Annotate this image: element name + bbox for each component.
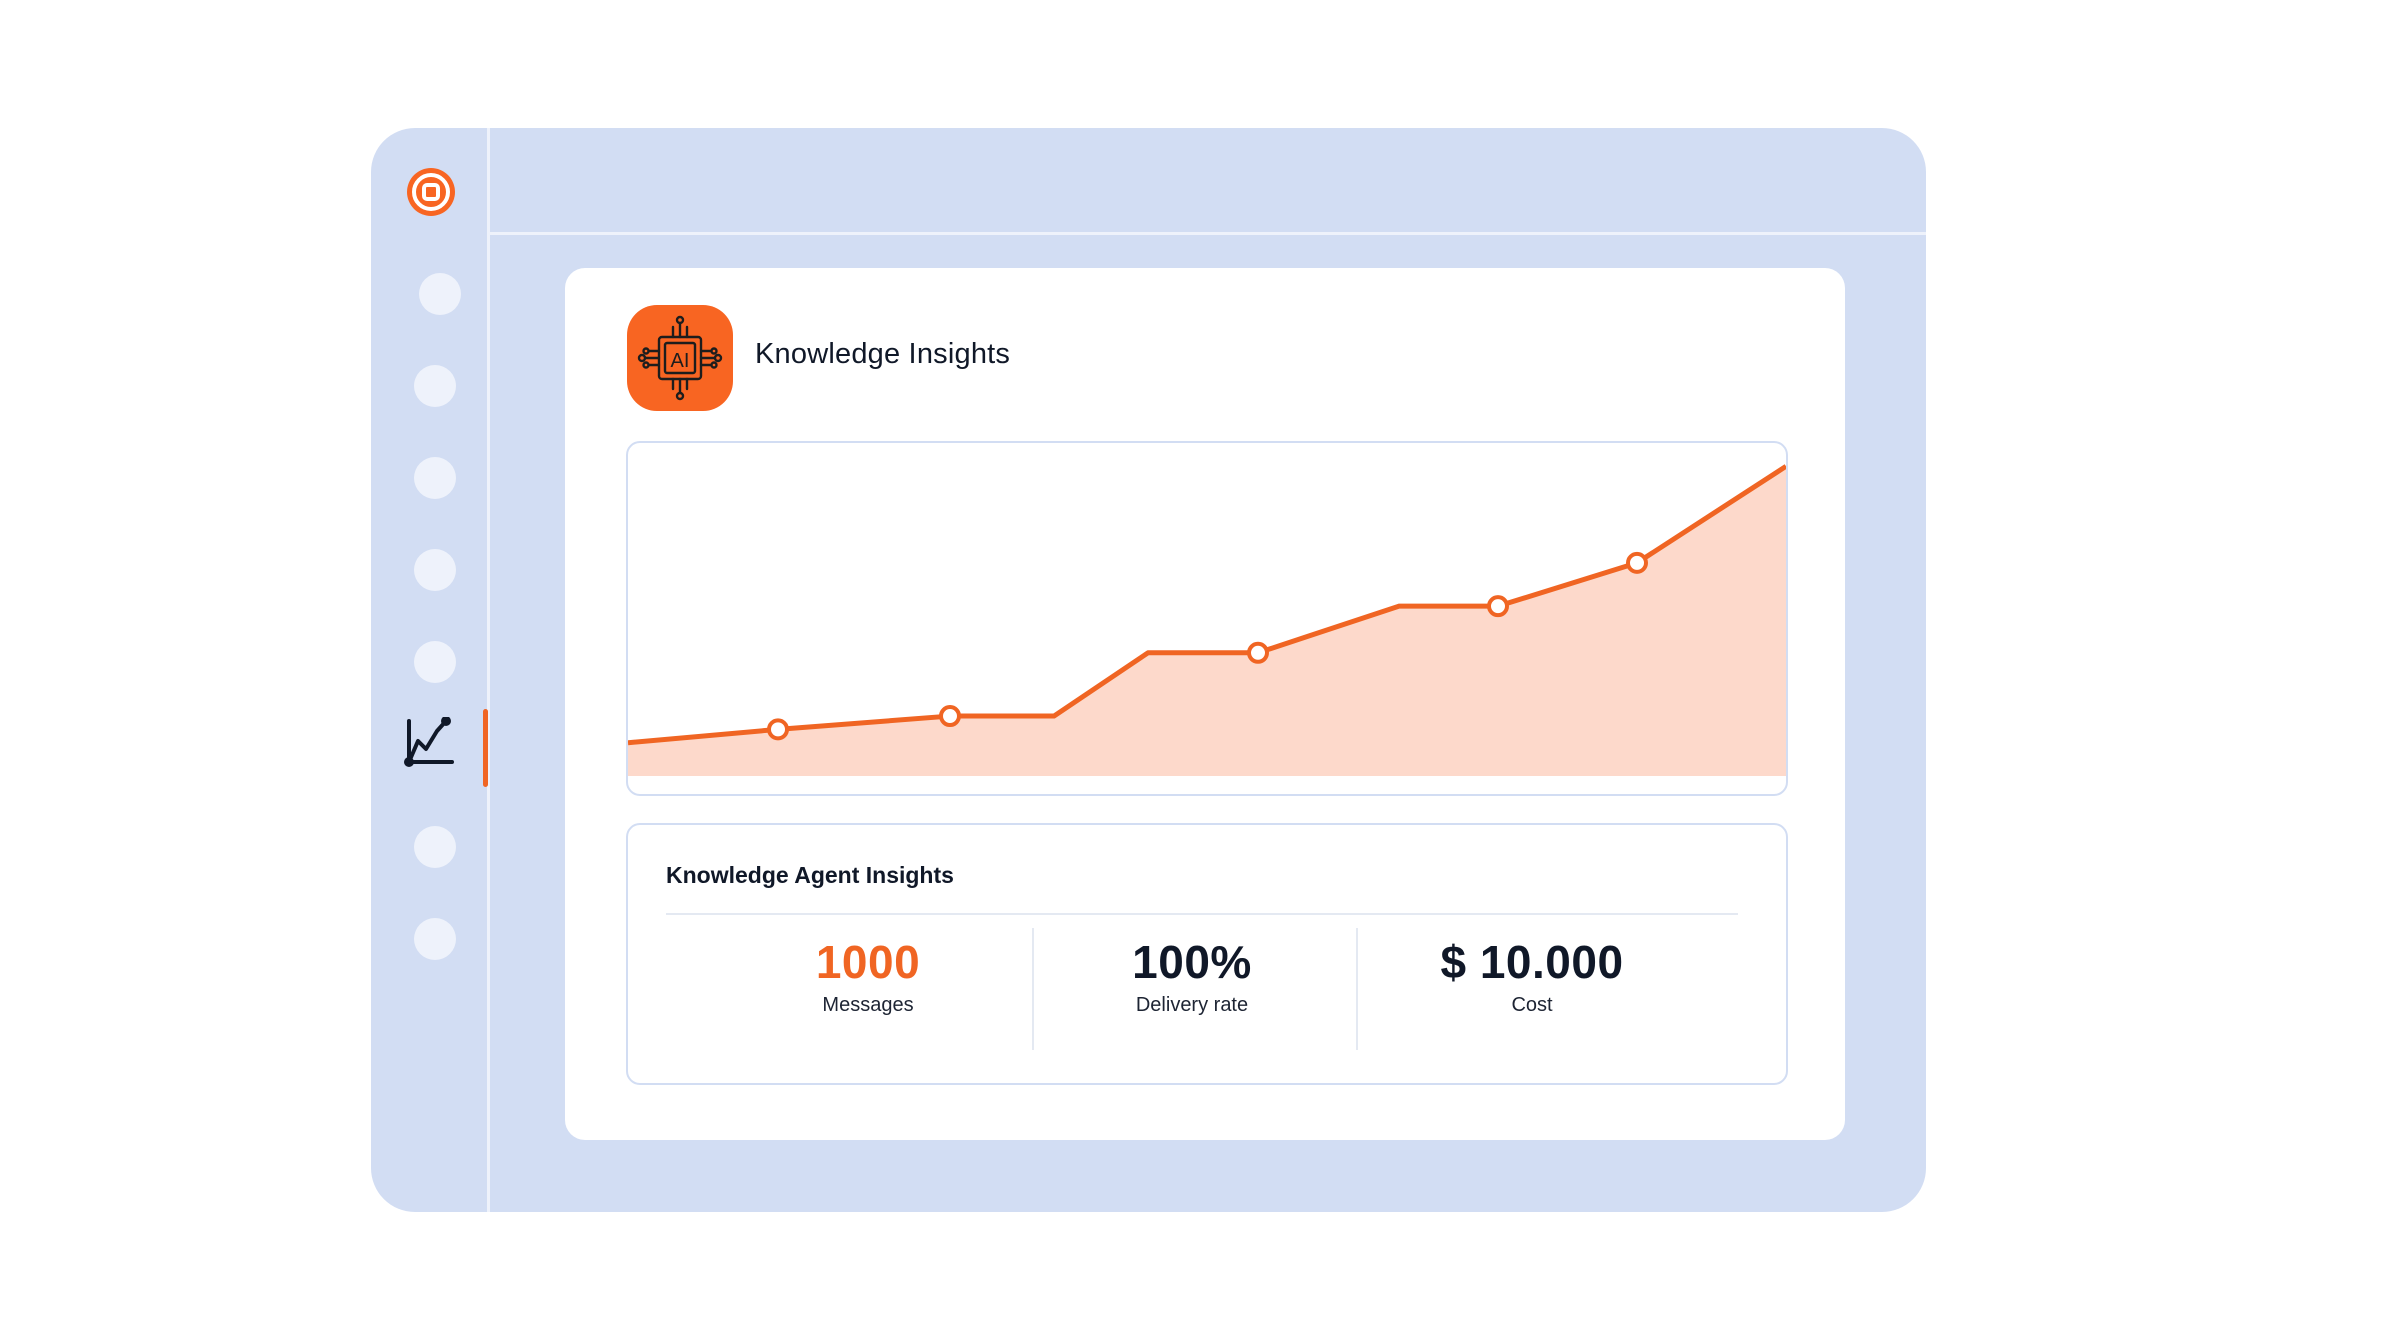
stat-divider: [1032, 928, 1034, 1050]
stat-value-delivery-rate: 100%: [1132, 936, 1252, 988]
sidebar-item-8[interactable]: [414, 918, 456, 960]
chart-data-point[interactable]: [1247, 641, 1269, 664]
stat-value-messages: 1000: [815, 936, 921, 988]
agent-insights-panel: Knowledge Agent Insights 1000 Messages 1…: [626, 823, 1788, 1085]
insights-card: AI Knowledge Insights Knowledge Agent In…: [565, 268, 1845, 1140]
insights-divider: [666, 913, 1738, 915]
stat-value-cost: $ 10.000: [1440, 936, 1624, 988]
card-title: Knowledge Insights: [755, 338, 1011, 370]
area-chart: [626, 441, 1788, 796]
chart-data-point[interactable]: [939, 705, 961, 728]
stat-label-messages: Messages: [822, 994, 914, 1017]
chart-data-point[interactable]: [767, 718, 789, 741]
ai-chip-icon: AI: [627, 305, 733, 411]
chart-canvas: [628, 464, 1786, 776]
ai-chip-label: AI: [671, 350, 690, 372]
stat-delivery-rate: 100% Delivery rate: [1052, 935, 1332, 1017]
stat-cost: $ 10.000 Cost: [1392, 935, 1672, 1017]
sidebar-item-2[interactable]: [414, 365, 456, 407]
insights-title: Knowledge Agent Insights: [666, 862, 954, 888]
sidebar-item-5[interactable]: [414, 641, 456, 683]
sidebar-item-3[interactable]: [414, 457, 456, 499]
chart-data-point[interactable]: [1487, 595, 1509, 618]
stat-label-cost: Cost: [1511, 994, 1553, 1017]
sidebar-item-1[interactable]: [419, 273, 461, 315]
sidebar-item-7[interactable]: [414, 826, 456, 868]
logo-icon[interactable]: [405, 166, 457, 218]
topbar-divider: [490, 232, 1926, 235]
active-nav-indicator: [483, 709, 488, 787]
analytics-chart-icon[interactable]: [404, 717, 456, 769]
sidebar-item-4[interactable]: [414, 549, 456, 591]
chart-data-point[interactable]: [1626, 551, 1648, 574]
stat-divider: [1356, 928, 1358, 1050]
stat-messages: 1000 Messages: [728, 935, 1008, 1017]
stat-label-delivery-rate: Delivery rate: [1135, 994, 1249, 1017]
sidebar-divider: [487, 128, 490, 1212]
